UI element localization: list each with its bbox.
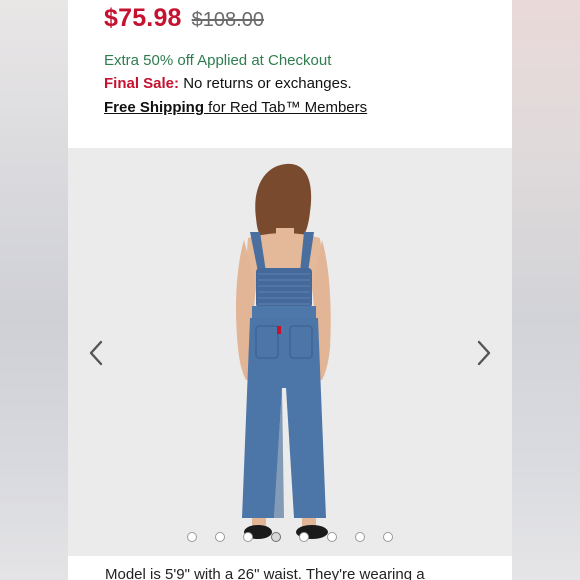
gallery-dot[interactable] <box>299 532 309 542</box>
final-sale-text: No returns or exchanges. <box>179 75 352 92</box>
gallery-dot[interactable] <box>271 532 281 542</box>
gallery-dot[interactable] <box>355 532 365 542</box>
gallery-dot[interactable] <box>215 532 225 542</box>
product-photo <box>236 163 331 539</box>
gallery-prev-button[interactable] <box>84 338 108 368</box>
product-image-gallery[interactable] <box>68 148 512 556</box>
product-panel: $75.98 $108.00 Extra 50% off Applied at … <box>68 0 512 580</box>
gallery-dot[interactable] <box>243 532 253 542</box>
model-description: Model is 5'9" with a 26" waist. They're … <box>105 566 425 580</box>
blurred-backdrop-right <box>512 0 580 580</box>
free-shipping-label: Free Shipping <box>104 99 205 116</box>
blurred-backdrop-left <box>0 0 68 580</box>
chevron-right-icon <box>477 340 491 366</box>
price-row: $75.98 $108.00 <box>104 4 264 33</box>
gallery-next-button[interactable] <box>472 338 496 368</box>
chevron-left-icon <box>89 340 103 366</box>
sale-price: $75.98 <box>104 4 182 32</box>
promo-text: Extra 50% off Applied at Checkout <box>104 52 332 69</box>
free-shipping-text: for Red Tab™ Members <box>204 99 368 116</box>
final-sale-notice: Final Sale: No returns or exchanges. <box>104 75 352 92</box>
gallery-dot[interactable] <box>383 532 393 542</box>
free-shipping-link[interactable]: Free Shipping for Red Tab™ Members <box>104 99 367 116</box>
gallery-pagination <box>68 532 512 542</box>
gallery-dot[interactable] <box>187 532 197 542</box>
gallery-dot[interactable] <box>327 532 337 542</box>
original-price: $108.00 <box>191 9 264 31</box>
final-sale-label: Final Sale: <box>104 75 180 92</box>
